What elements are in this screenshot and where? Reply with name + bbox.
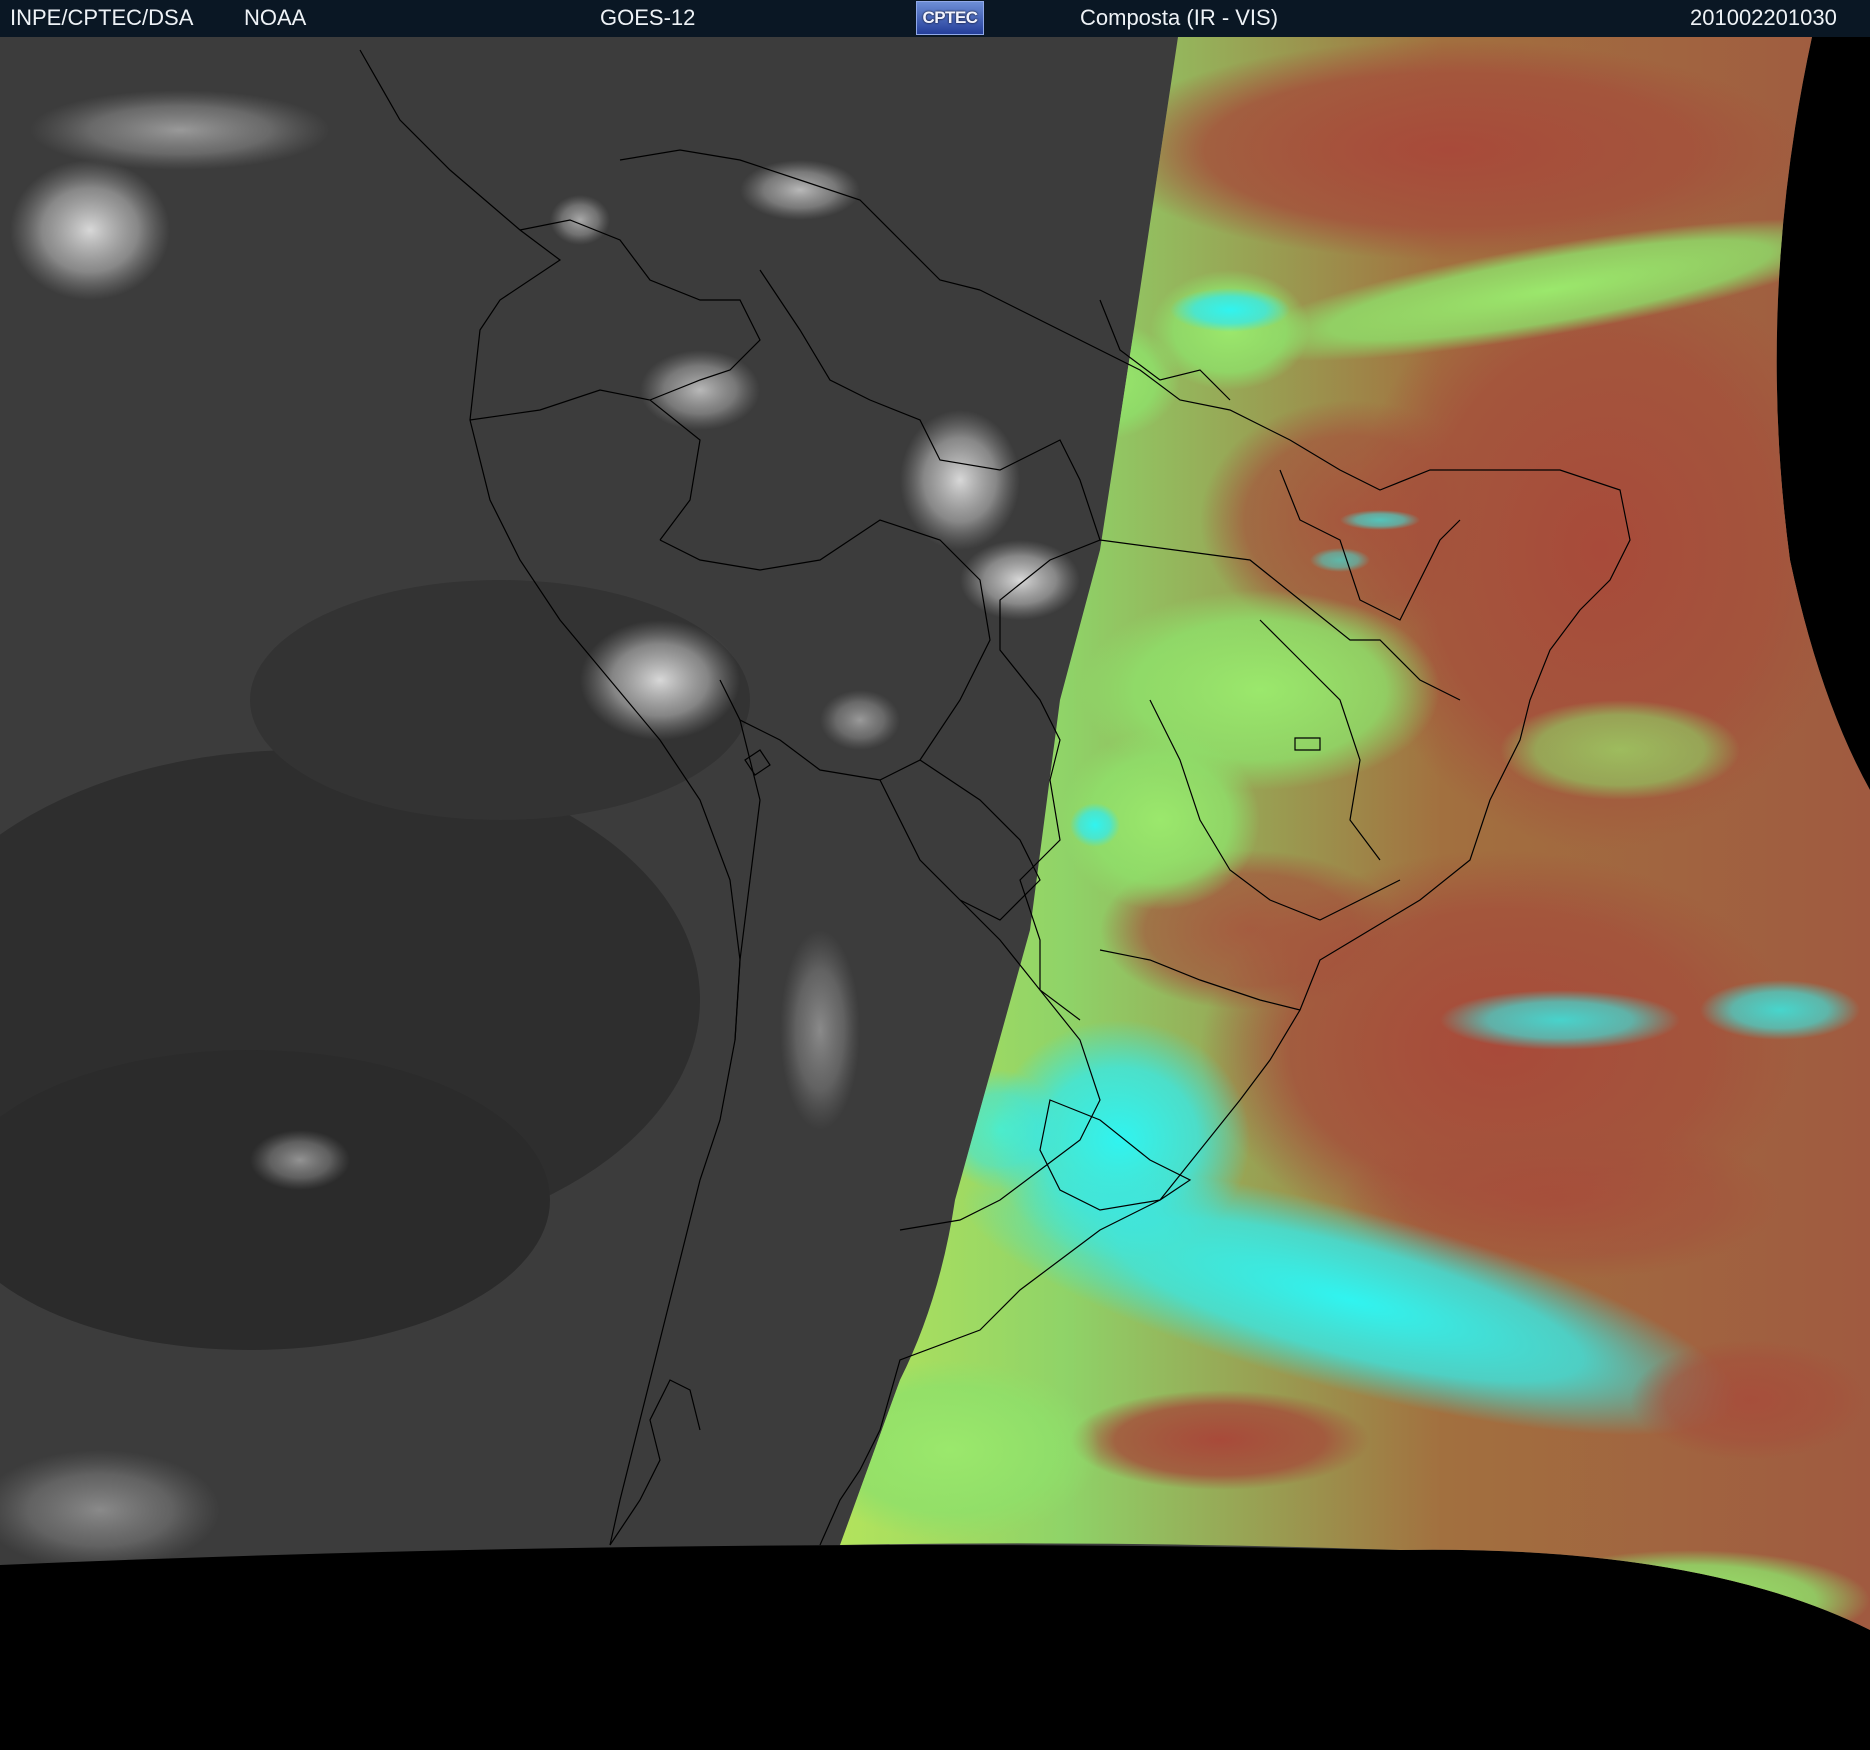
satellite-label: GOES-12 [600, 5, 696, 30]
satellite-image [0, 37, 1870, 1630]
cptec-logo: CPTEC [916, 1, 984, 35]
title-bar: INPE/CPTEC/DSA NOAA GOES-12 CPTEC Compos… [0, 0, 1870, 37]
timestamp-label: 201002201030 [1690, 5, 1837, 30]
logo-text: CPTEC [922, 8, 978, 27]
product-label: Composta (IR - VIS) [1080, 5, 1279, 30]
org-label: INPE/CPTEC/DSA [10, 5, 194, 30]
agency-label: NOAA [244, 5, 307, 30]
